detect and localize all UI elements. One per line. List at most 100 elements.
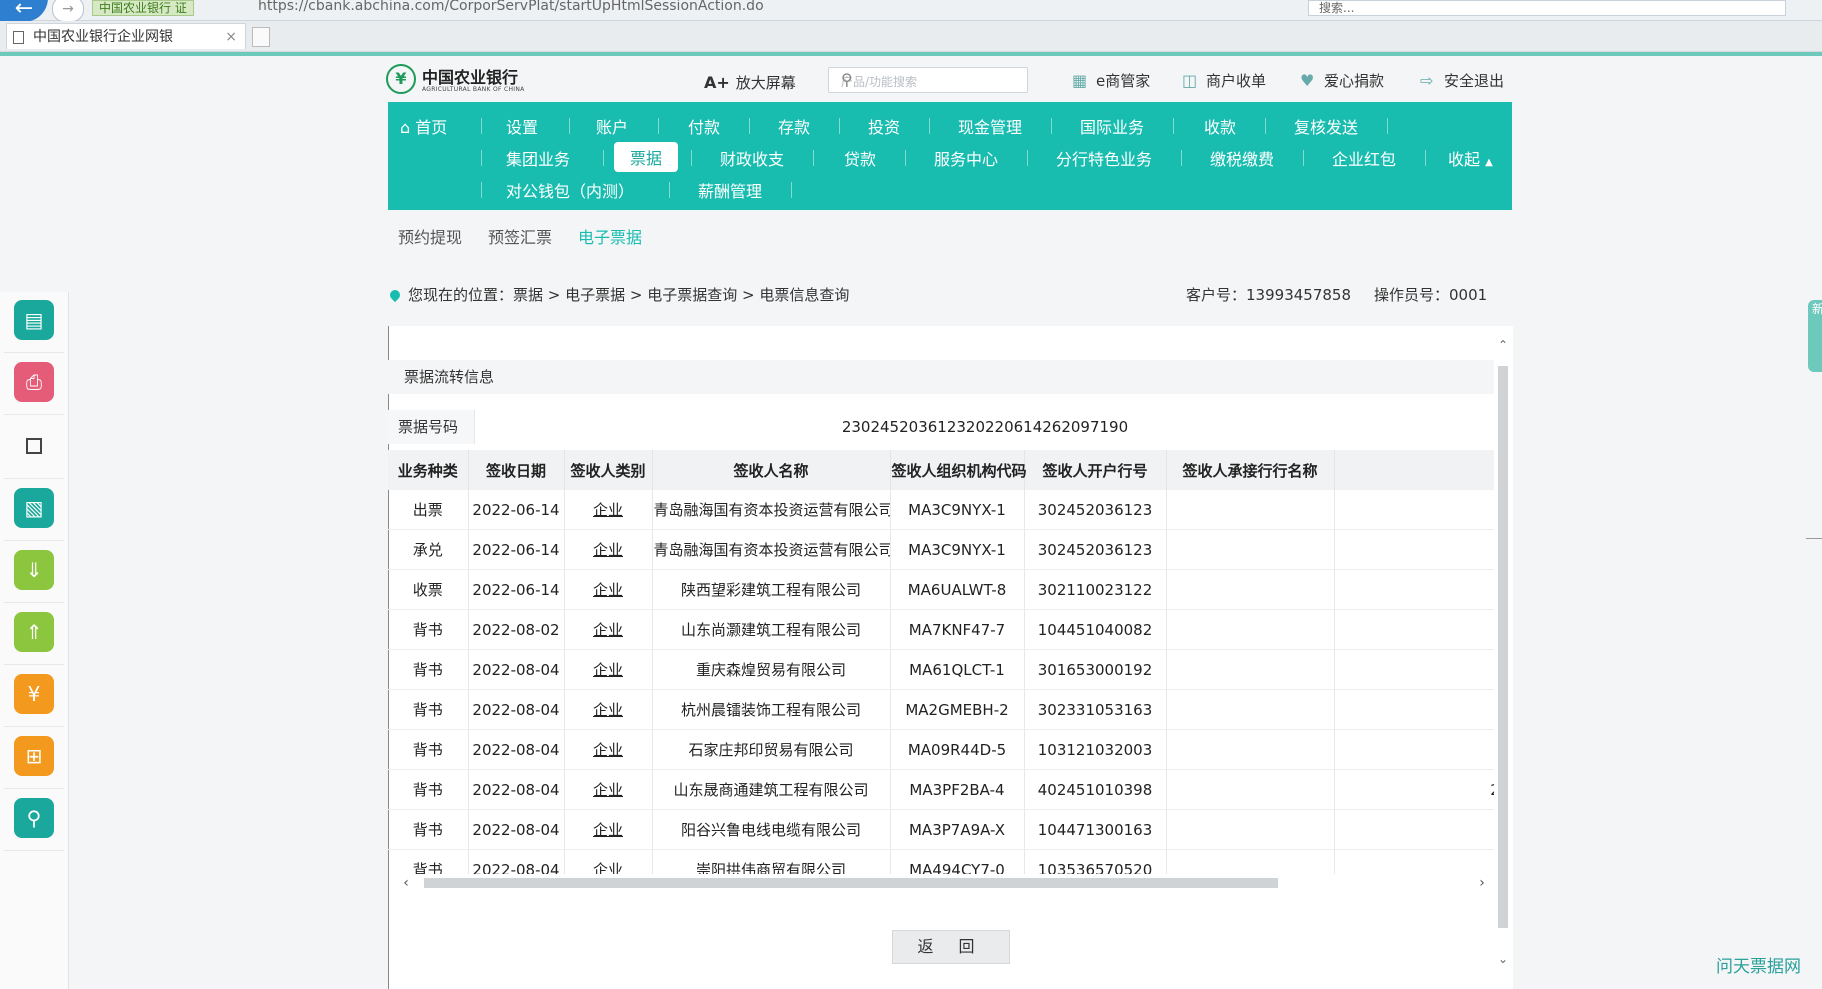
- nav-divider: [813, 150, 814, 166]
- nav-item-tax-payment[interactable]: 缴税缴费: [1210, 146, 1274, 170]
- table-cell: 出票: [388, 490, 469, 530]
- browser-tab[interactable]: 中国农业银行企业网银 ×: [6, 23, 246, 49]
- table-cell: 402451010398: [1024, 769, 1167, 810]
- table-cell[interactable]: 企业: [564, 849, 653, 874]
- column-header: [1334, 450, 1494, 490]
- table-cell: 青岛融海国有资本投资运营有限公司: [652, 529, 891, 570]
- donation-icon: ♥: [1300, 71, 1315, 90]
- url-field[interactable]: https://cbank.abchina.com/CorporServPlat…: [258, 0, 764, 14]
- return-button[interactable]: 返 回: [892, 930, 1010, 964]
- nav-item-payroll[interactable]: 薪酬管理: [698, 178, 762, 202]
- nav-item-investment[interactable]: 投资: [868, 114, 900, 138]
- table-cell[interactable]: 企业: [564, 729, 653, 770]
- table-row: 背书 2022-08-04 企业 杭州晨镭装饰工程有限公司 MA2GMEBH-2 3023…: [388, 689, 1494, 730]
- browser-back-button[interactable]: ←: [0, 0, 48, 22]
- table-row: 背书 2022-08-04 企业 重庆森煌贸易有限公司 MA61QLCT-1 301653…: [388, 649, 1494, 690]
- scroll-up-icon[interactable]: ⌃: [1495, 338, 1511, 354]
- new-tab-button[interactable]: [252, 27, 270, 47]
- table-cell: 2: [1334, 609, 1494, 650]
- folder-upload-icon[interactable]: ⇑: [14, 612, 54, 652]
- nav-item-settings[interactable]: 设置: [506, 114, 538, 138]
- table-row: 背书 2022-08-04 企业 石家庄邦印贸易有限公司 MA09R44D-5 10312…: [388, 729, 1494, 770]
- scroll-left-icon[interactable]: ‹: [398, 874, 414, 892]
- scrollbar-thumb[interactable]: [424, 878, 1278, 888]
- nav-item-service-center[interactable]: 服务中心: [934, 146, 998, 170]
- header-link-logout[interactable]: ⇨ 安全退出: [1420, 70, 1504, 91]
- table-cell[interactable]: 企业: [564, 689, 653, 730]
- nav-item-international[interactable]: 国际业务: [1080, 114, 1144, 138]
- table-cell[interactable]: 企业: [564, 529, 653, 570]
- table-row: 收票 2022-06-14 企业 陕西望彩建筑工程有限公司 MA6UALWT-8 3021…: [388, 569, 1494, 610]
- zoom-icon: A+: [704, 73, 730, 92]
- folder-download-icon[interactable]: ⇓: [14, 550, 54, 590]
- money-bag-icon[interactable]: ¥: [14, 674, 54, 714]
- chevron-up-icon: ▲: [1485, 157, 1493, 168]
- horizontal-scrollbar[interactable]: ‹ ›: [398, 874, 1490, 892]
- browser-forward-button[interactable]: →: [52, 0, 84, 22]
- table-cell: MA3C9NYX-1: [890, 529, 1025, 570]
- nav-divider: [1387, 118, 1388, 134]
- qr-code-icon[interactable]: [26, 438, 42, 454]
- table-cell[interactable]: 企业: [564, 609, 653, 650]
- header-link-emanager[interactable]: ▦ e商管家: [1072, 70, 1150, 91]
- scroll-down-icon[interactable]: ⌄: [1495, 952, 1511, 968]
- zoom-screen-link[interactable]: A+ 放大屏幕: [704, 72, 796, 93]
- nav-divider: [791, 182, 792, 198]
- table-cell[interactable]: 企业: [564, 649, 653, 690]
- table-cell: MA7KNF47-7: [890, 609, 1025, 650]
- account-card-icon[interactable]: ▤: [14, 300, 54, 340]
- table-cell: 2022-08-04: [468, 649, 565, 690]
- nav-divider: [905, 150, 906, 166]
- id-card-icon[interactable]: ▧: [14, 488, 54, 528]
- column-header: 签收人开户行号: [1024, 450, 1167, 490]
- nav-item-deposit[interactable]: 存款: [778, 114, 810, 138]
- nav-item-bills[interactable]: 票据: [614, 142, 679, 172]
- column-header: 签收人类别: [564, 450, 653, 490]
- header-link-merchant[interactable]: ◫ 商户收单: [1182, 70, 1266, 91]
- nav-divider: [481, 150, 482, 166]
- browser-search-input[interactable]: 搜索...: [1308, 0, 1786, 16]
- table-cell[interactable]: 企业: [564, 569, 653, 610]
- vertical-scrollbar[interactable]: ⌃ ⌄: [1495, 338, 1511, 976]
- nav-item-corporate-wallet[interactable]: 对公钱包（内测）: [506, 178, 634, 202]
- nav-divider: [1425, 150, 1426, 166]
- nav-divider: [1027, 150, 1028, 166]
- product-search-input[interactable]: 产品/功能搜索 ⚲: [828, 67, 1028, 93]
- search-icon[interactable]: ⚲: [841, 70, 1021, 89]
- nav-item-loans[interactable]: 贷款: [844, 146, 876, 170]
- printer-icon[interactable]: ⎙: [14, 362, 54, 402]
- nav-collapse-toggle[interactable]: 收起 ▲: [1448, 146, 1493, 170]
- table-cell: 503: [1334, 729, 1494, 770]
- subnav-item-presign[interactable]: 预签汇票: [488, 224, 552, 248]
- nav-item-review-send[interactable]: 复核发送: [1294, 114, 1358, 138]
- document-search-icon[interactable]: ⚲: [14, 798, 54, 838]
- table-cell[interactable]: 企业: [564, 490, 653, 530]
- table-cell[interactable]: 企业: [564, 769, 653, 810]
- nav-item-cash-management[interactable]: 现金管理: [958, 114, 1022, 138]
- nav-item-home[interactable]: ⌂ 首页: [400, 114, 447, 138]
- nav-item-fiscal[interactable]: 财政收支: [720, 146, 784, 170]
- operator-value: 0001: [1449, 286, 1488, 304]
- nav-item-group[interactable]: 集团业务: [506, 146, 570, 170]
- subnav-item-ebill[interactable]: 电子票据: [578, 224, 642, 248]
- header-link-donation[interactable]: ♥ 爱心捐款: [1300, 70, 1384, 91]
- nav-item-branch-featured[interactable]: 分行特色业务: [1056, 146, 1152, 170]
- table-cell: [1166, 529, 1335, 570]
- nav-item-payment[interactable]: 付款: [688, 114, 720, 138]
- close-icon[interactable]: ×: [225, 24, 237, 50]
- clipboard-add-icon[interactable]: ⊞: [14, 736, 54, 776]
- table-cell[interactable]: 企业: [564, 809, 653, 850]
- nav-item-red-packet[interactable]: 企业红包: [1332, 146, 1396, 170]
- table-cell: 背书: [388, 609, 469, 650]
- site-identity-badge[interactable]: 中国农业银行 证: [92, 0, 194, 16]
- scroll-right-icon[interactable]: ›: [1474, 874, 1490, 892]
- abc-logo-icon: ¥: [386, 64, 416, 94]
- table-cell: MA3P7A9A-X: [890, 809, 1025, 850]
- scrollbar-thumb[interactable]: [1498, 366, 1508, 928]
- right-edge-divider: [1806, 538, 1822, 539]
- table-cell: 杭州晨镭装饰工程有限公司: [652, 689, 891, 730]
- nav-item-collection[interactable]: 收款: [1204, 114, 1236, 138]
- right-edge-tab[interactable]: 新: [1808, 300, 1822, 372]
- subnav-item-withdrawal[interactable]: 预约提现: [398, 224, 462, 248]
- nav-item-account[interactable]: 账户: [596, 114, 628, 138]
